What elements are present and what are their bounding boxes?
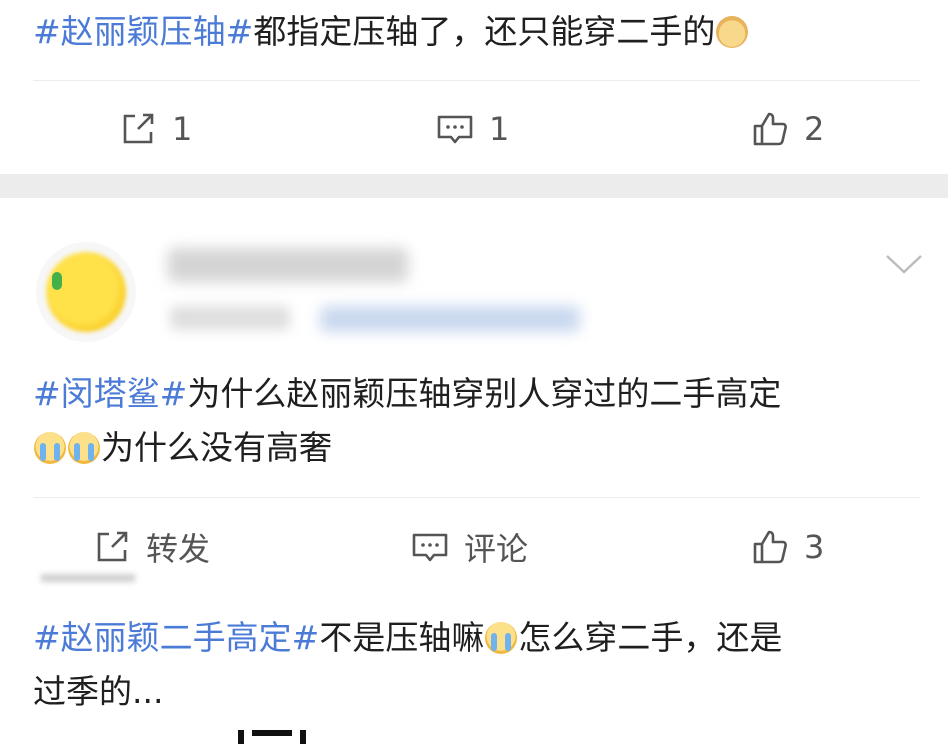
like-button[interactable]: 3 [750,512,824,582]
cropped-image-fragment [228,730,338,744]
post-text: #赵丽颖压轴#都指定压轴了，还只能穿二手的 [33,6,749,58]
post-body-line1: 为什么赵丽颖压轴穿别人穿过的二手高定 [187,374,782,413]
post-action-bar: 转发 评论 3 [0,512,948,582]
blurred-source [320,306,580,332]
post-divider [33,80,920,81]
comment-count: 1 [489,110,510,148]
blurred-fragment [40,574,136,582]
hashtag-link[interactable]: #赵丽颖压轴# [33,12,253,51]
comment-label: 评论 [464,530,529,568]
comment-icon [437,115,473,144]
post-action-bar: 1 1 2 [0,94,948,164]
repost-button[interactable]: 1 [118,94,192,164]
avatar[interactable] [36,242,136,342]
like-count: 3 [804,528,825,566]
repost-count: 1 [172,110,193,148]
post-divider [33,497,920,498]
crying-emoji-icon [68,432,100,464]
avatar-image [46,252,126,332]
repost-icon [97,531,128,562]
like-count: 2 [804,110,825,148]
hashtag-link[interactable]: #赵丽颖二手高定# [33,618,319,657]
repost-button[interactable]: 转发 [92,512,210,582]
post-body: 都指定压轴了，还只能穿二手的 [253,12,716,51]
post-text-line2: 为什么没有高奢 [33,422,332,474]
post-text: #赵丽颖二手高定#不是压轴嘛 怎么穿二手，还是 [33,612,782,664]
repost-icon [123,113,154,144]
hashtag-link[interactable]: #闵塔鲨# [33,374,187,413]
thumbs-up-icon [753,112,787,146]
post-body-part1: 不是压轴嘛 [319,618,485,657]
doge-emoji-icon [716,16,749,48]
crying-emoji-icon [485,622,518,654]
comment-icon [412,533,448,562]
post-body-line2: 为什么没有高奢 [101,428,332,467]
blurred-timestamp [170,306,290,330]
comment-button[interactable]: 评论 [410,512,528,582]
feed-separator [0,174,948,198]
crying-emoji-icon [34,432,66,464]
chevron-down-icon[interactable] [884,252,924,276]
post-body-line2: 过季的... [33,672,164,711]
comment-button[interactable]: 1 [435,94,509,164]
post-text: #闵塔鲨#为什么赵丽颖压轴穿别人穿过的二手高定 [33,368,781,420]
blurred-username[interactable] [168,248,408,282]
thumbs-up-icon [753,530,787,564]
post-body-part2: 怎么穿二手，还是 [518,618,783,657]
post-text-line2: 过季的... [33,666,163,718]
like-button[interactable]: 2 [750,94,824,164]
avatar-leaf-mark [52,272,62,290]
repost-label: 转发 [146,530,211,568]
